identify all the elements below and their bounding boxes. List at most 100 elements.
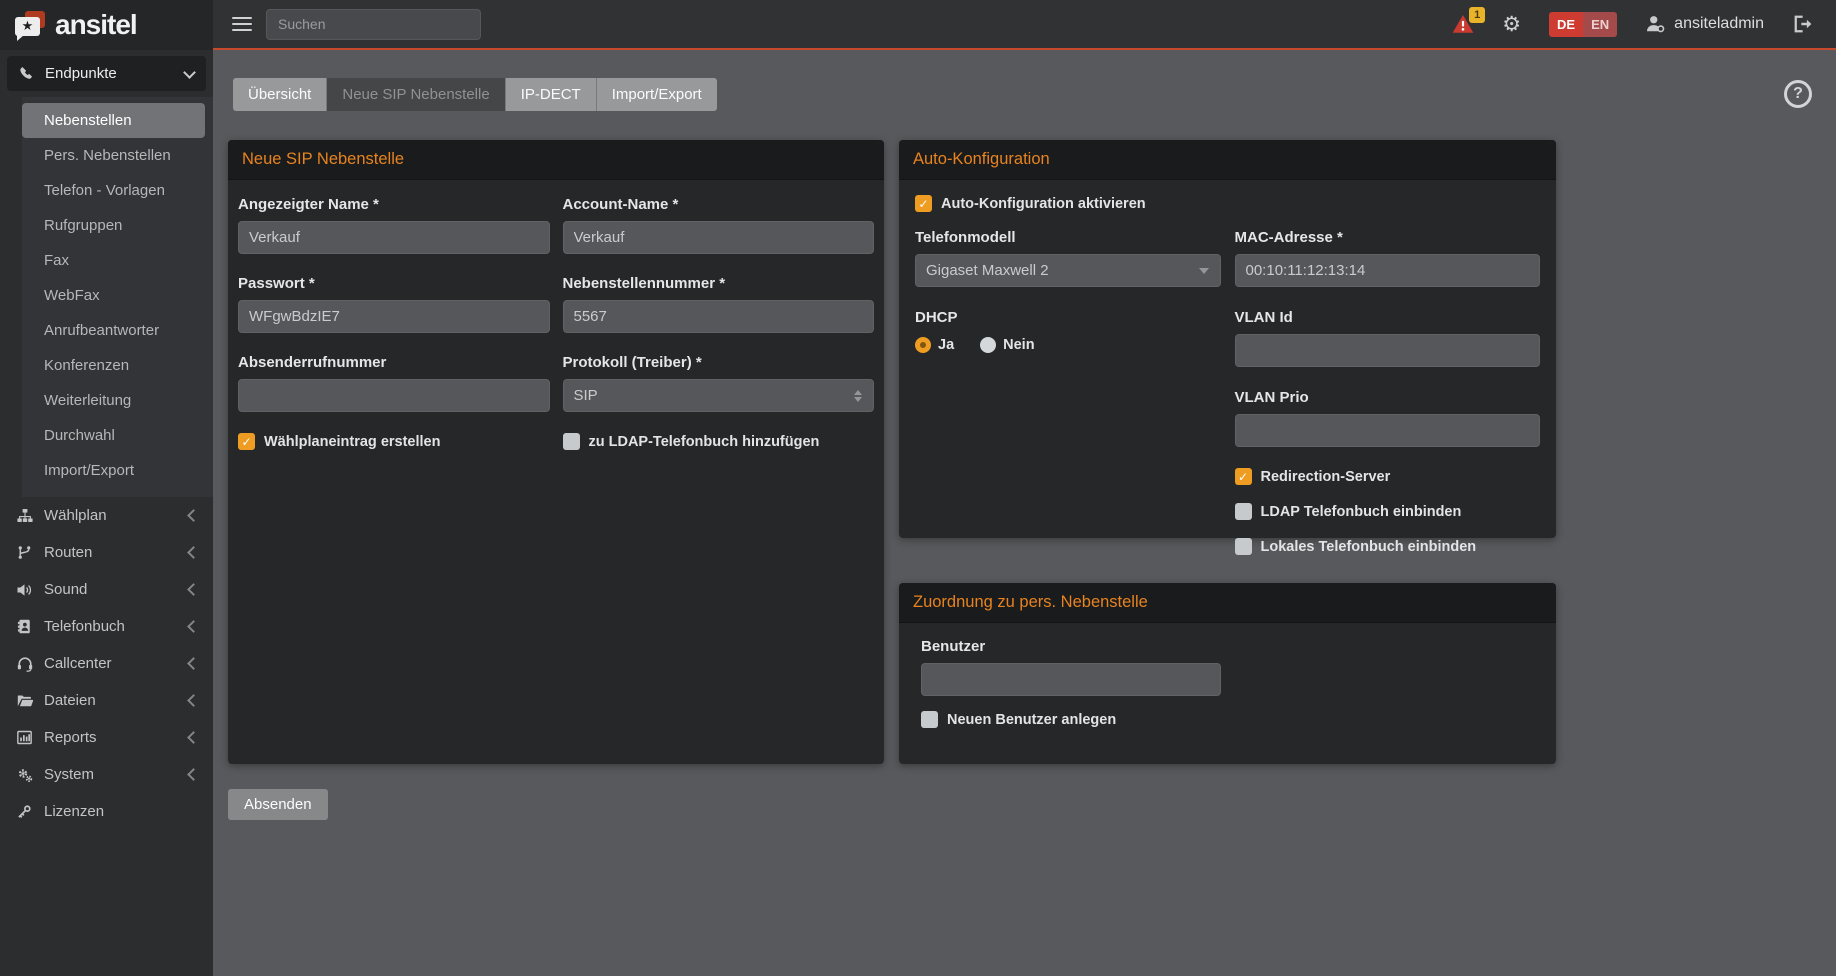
waehlplaneintrag-checkbox-row[interactable]: ✓ Wählplaneintrag erstellen [238, 433, 550, 450]
sidebar-item-routen[interactable]: Routen [0, 534, 213, 571]
ldap-hinzufuegen-checkbox-row[interactable]: ✓ zu LDAP-Telefonbuch hinzufügen [563, 433, 875, 450]
auto-konfiguration-checkbox[interactable]: ✓ [915, 195, 932, 212]
sidebar-item-lizenzen[interactable]: Lizenzen [0, 793, 213, 830]
dhcp-nein-option[interactable]: Nein [980, 337, 1034, 353]
absenden-button[interactable]: Absenden [228, 789, 328, 820]
auto-konfiguration-label: Auto-Konfiguration aktivieren [941, 196, 1146, 212]
tab-ip-dect[interactable]: IP-DECT [506, 78, 597, 111]
sidebar-item-rufgruppen[interactable]: Rufgruppen [22, 208, 205, 243]
ldap-hinzufuegen-checkbox[interactable]: ✓ [563, 433, 580, 450]
passwort-field[interactable] [238, 300, 550, 333]
topbar: 1 ⚙ DE EN ansiteladmin [213, 0, 1836, 50]
redirection-server-row[interactable]: ✓ Redirection-Server [1235, 468, 1541, 485]
lang-en-button[interactable]: EN [1583, 12, 1617, 37]
lang-de-button[interactable]: DE [1549, 12, 1583, 37]
tab-import-export[interactable]: Import/Export [597, 78, 717, 111]
sitemap-icon [15, 508, 34, 524]
sidebar-item-telefonbuch[interactable]: Telefonbuch [0, 608, 213, 645]
sidebar-item-label: Lizenzen [44, 803, 104, 820]
sidebar-item-import-export[interactable]: Import/Export [22, 453, 205, 488]
sidebar-item-anrufbeantworter[interactable]: Anrufbeantworter [22, 313, 205, 348]
nebenstellennummer-field[interactable] [563, 300, 875, 333]
select-caret-icon [1199, 268, 1209, 274]
tab-bar: Übersicht Neue SIP Nebenstelle IP-DECT I… [233, 78, 717, 111]
protokoll-select[interactable]: SIP [563, 379, 875, 412]
tab-neue-sip-nebenstelle[interactable]: Neue SIP Nebenstelle [327, 78, 505, 111]
key-icon [15, 804, 34, 819]
search-input[interactable] [266, 9, 481, 40]
ldap-einbinden-label: LDAP Telefonbuch einbinden [1261, 504, 1462, 520]
auto-konfiguration-aktivieren-row[interactable]: ✓ Auto-Konfiguration aktivieren [915, 195, 1540, 212]
angezeigter-name-field[interactable] [238, 221, 550, 254]
telefonmodell-select[interactable]: Gigaset Maxwell 2 [915, 254, 1221, 287]
mac-adresse-label: MAC-Adresse * [1235, 229, 1541, 246]
sidebar-item-durchwahl[interactable]: Durchwahl [22, 418, 205, 453]
hamburger-menu-icon[interactable] [232, 13, 252, 35]
redirection-server-checkbox[interactable]: ✓ [1235, 468, 1252, 485]
username-label: ansiteladmin [1674, 15, 1764, 33]
neuer-benutzer-checkbox[interactable]: ✓ [921, 711, 938, 728]
dhcp-nein-label: Nein [1003, 337, 1034, 353]
benutzer-field[interactable] [921, 663, 1221, 696]
sidebar-item-label: Endpunkte [45, 65, 117, 82]
help-icon[interactable]: ? [1784, 80, 1812, 108]
ldap-hinzufuegen-label: zu LDAP-Telefonbuch hinzufügen [589, 434, 820, 450]
sidebar-item-reports[interactable]: Reports [0, 719, 213, 756]
sidebar-item-callcenter[interactable]: Callcenter [0, 645, 213, 682]
chart-icon [15, 730, 34, 745]
dhcp-ja-radio[interactable] [915, 337, 931, 353]
sidebar-item-webfax[interactable]: WebFax [22, 278, 205, 313]
headset-icon [15, 656, 34, 672]
dhcp-radio-group: Ja Nein [915, 337, 1221, 353]
lokales-einbinden-row[interactable]: ✓ Lokales Telefonbuch einbinden [1235, 538, 1541, 555]
chevron-left-icon [187, 657, 200, 670]
sidebar-item-waehlplan[interactable]: Wählplan [0, 497, 213, 534]
waehlplaneintrag-checkbox[interactable]: ✓ [238, 433, 255, 450]
mac-adresse-field[interactable] [1235, 254, 1541, 287]
sidebar-item-endpunkte[interactable]: Endpunkte [7, 56, 206, 91]
account-name-field[interactable] [563, 221, 875, 254]
folder-open-icon [15, 693, 34, 709]
logout-icon[interactable] [1792, 14, 1812, 34]
chevron-left-icon [187, 620, 200, 633]
sidebar-item-telefon-vorlagen[interactable]: Telefon - Vorlagen [22, 173, 205, 208]
code-branch-icon [15, 545, 34, 560]
benutzer-label: Benutzer [921, 638, 1534, 655]
lokales-einbinden-checkbox[interactable]: ✓ [1235, 538, 1252, 555]
sidebar-item-fax[interactable]: Fax [22, 243, 205, 278]
vlan-id-field[interactable] [1235, 334, 1541, 367]
dhcp-ja-option[interactable]: Ja [915, 337, 954, 353]
sidebar-item-system[interactable]: System [0, 756, 213, 793]
brand-logo[interactable]: ★ ansitel [0, 0, 213, 50]
chevron-left-icon [187, 546, 200, 559]
vlan-prio-field[interactable] [1235, 414, 1541, 447]
ldap-einbinden-checkbox[interactable]: ✓ [1235, 503, 1252, 520]
sidebar-item-nebenstellen[interactable]: Nebenstellen [22, 103, 205, 138]
sidebar-item-konferenzen[interactable]: Konferenzen [22, 348, 205, 383]
language-switcher: DE EN [1549, 12, 1617, 37]
sidebar-item-label: Dateien [44, 692, 96, 709]
sidebar-item-dateien[interactable]: Dateien [0, 682, 213, 719]
logo-white-bubble: ★ [15, 17, 40, 36]
user-icon [1645, 14, 1665, 34]
volume-icon [15, 582, 34, 598]
alerts-button[interactable]: 1 [1452, 14, 1474, 34]
panel-title: Auto-Konfiguration [899, 140, 1556, 180]
sidebar-item-weiterleitung[interactable]: Weiterleitung [22, 383, 205, 418]
sidebar-item-pers-nebenstellen[interactable]: Pers. Nebenstellen [22, 138, 205, 173]
ldap-einbinden-row[interactable]: ✓ LDAP Telefonbuch einbinden [1235, 503, 1541, 520]
neuer-benutzer-row[interactable]: ✓ Neuen Benutzer anlegen [921, 711, 1534, 728]
absenderrufnummer-label: Absenderrufnummer [238, 354, 550, 371]
chat-bubbles-logo-icon: ★ [12, 8, 50, 42]
sidebar-item-sound[interactable]: Sound [0, 571, 213, 608]
protokoll-selected-value: SIP [574, 387, 598, 404]
phone-icon [19, 66, 34, 81]
absenderrufnummer-field[interactable] [238, 379, 550, 412]
sidebar: Endpunkte Nebenstellen Pers. Nebenstelle… [0, 50, 213, 976]
gear-icon[interactable]: ⚙ [1502, 14, 1521, 35]
neuer-benutzer-label: Neuen Benutzer anlegen [947, 712, 1116, 728]
waehlplaneintrag-label: Wählplaneintrag erstellen [264, 434, 440, 450]
tab-uebersicht[interactable]: Übersicht [233, 78, 327, 111]
user-menu[interactable]: ansiteladmin [1645, 14, 1764, 34]
dhcp-nein-radio[interactable] [980, 337, 996, 353]
